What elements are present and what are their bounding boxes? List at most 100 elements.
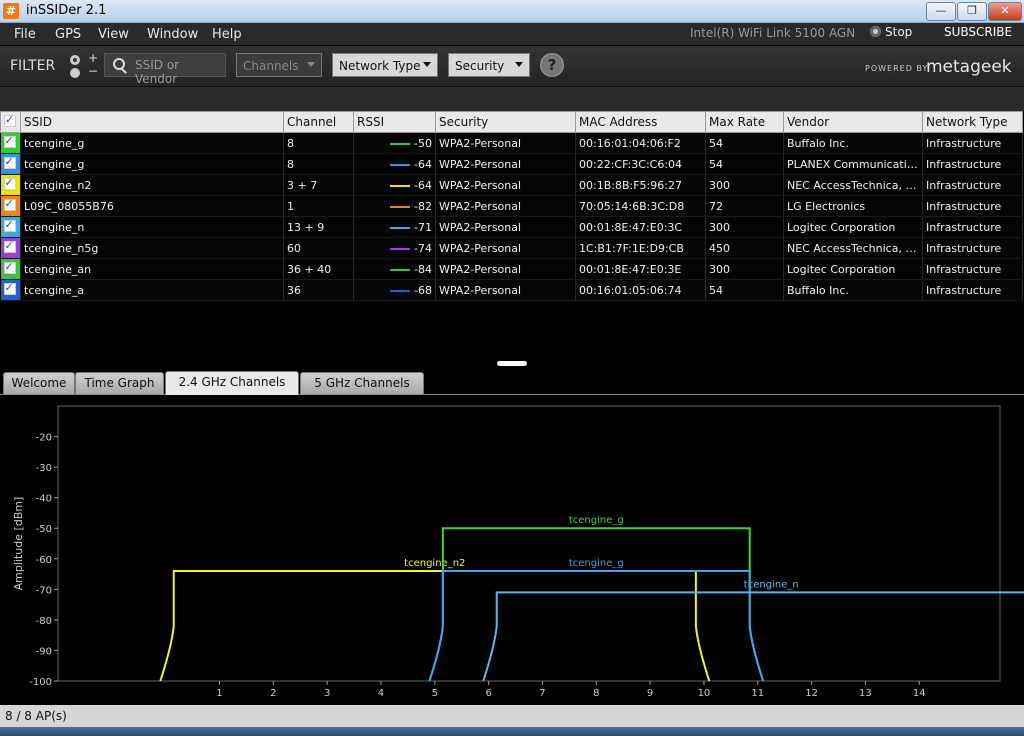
rssi-value: -64 bbox=[414, 157, 432, 171]
x-tick-label: 8 bbox=[593, 688, 599, 699]
plus-sign: + bbox=[88, 51, 99, 65]
close-button[interactable]: ✕ bbox=[988, 2, 1022, 21]
cell-rssi: -64 bbox=[353, 153, 436, 175]
help-icon[interactable]: ? bbox=[540, 53, 564, 77]
network-type-label: Network Type bbox=[339, 59, 421, 73]
channel-chart: -20-30-40-50-60-70-80-90-1001 2 3 4 5 6 7 8 9 10 1… bbox=[12, 405, 1024, 699]
status-bar: 8 / 8 AP(s) bbox=[0, 705, 1024, 727]
app-icon: # bbox=[3, 3, 19, 19]
y-tick-label: -40 bbox=[36, 494, 52, 505]
select-all-checkbox[interactable] bbox=[0, 111, 21, 133]
cell-vendor: NEC AccessTechnica, Lt... bbox=[783, 174, 923, 196]
cell-security: WPA2-Personal bbox=[435, 216, 576, 238]
y-tick-label: -100 bbox=[29, 677, 52, 688]
cell-rssi: -71 bbox=[353, 216, 436, 238]
row-checkbox[interactable] bbox=[0, 132, 21, 154]
row-checkbox[interactable] bbox=[0, 153, 21, 175]
curve-label: tcengine_g bbox=[569, 515, 624, 526]
filter-include-radio[interactable] bbox=[70, 55, 80, 65]
rssi-sparkline bbox=[390, 289, 411, 292]
tab-5ghz-channels[interactable]: 5 GHz Channels bbox=[300, 372, 424, 394]
row-checkbox[interactable] bbox=[0, 279, 21, 301]
row-checkbox[interactable] bbox=[0, 174, 21, 196]
cell-channel: 8 bbox=[283, 153, 354, 175]
curve-label: tcengine_n2 bbox=[404, 558, 465, 569]
stop-label: Stop bbox=[885, 25, 913, 39]
table-row[interactable]: tcengine_g8 -50WPA2-Personal00:16:01:04:0… bbox=[0, 132, 1023, 154]
cell-rssi: -74 bbox=[353, 237, 436, 259]
rssi-value: -64 bbox=[414, 178, 432, 192]
cell-channel: 60 bbox=[283, 237, 354, 259]
cell-vendor: PLANEX Communication... bbox=[783, 153, 923, 175]
table-row[interactable]: tcengine_n23 + 7 -64WPA2-Personal00:1B:8B… bbox=[0, 174, 1023, 196]
cell-ssid: tcengine_n bbox=[20, 216, 284, 238]
cell-security: WPA2-Personal bbox=[435, 195, 576, 217]
rssi-value: -68 bbox=[414, 283, 432, 297]
row-checkbox[interactable] bbox=[0, 258, 21, 280]
column-network-type[interactable]: Network Type bbox=[922, 111, 1023, 133]
x-tick-label: 4 bbox=[378, 688, 384, 699]
column-mac[interactable]: MAC Address bbox=[575, 111, 706, 133]
network-type-dropdown[interactable]: Network Type bbox=[332, 53, 438, 77]
tab-2-4ghz-channels[interactable]: 2.4 GHz Channels bbox=[165, 371, 299, 395]
search-icon bbox=[113, 58, 125, 70]
minimize-button[interactable]: — bbox=[926, 2, 956, 21]
cell-security: WPA2-Personal bbox=[435, 258, 576, 280]
filter-label: FILTER bbox=[10, 58, 56, 74]
security-dropdown[interactable]: Security bbox=[448, 53, 530, 77]
table-row[interactable]: L09C_08055B761 -82WPA2-Personal70:05:14:6… bbox=[0, 195, 1023, 217]
plot-frame bbox=[57, 405, 1001, 682]
search-input[interactable]: SSID or Vendor bbox=[104, 53, 226, 86]
column-vendor[interactable]: Vendor bbox=[783, 111, 923, 133]
cell-mac: 1C:B1:7F:1E:D9:CB bbox=[575, 237, 706, 259]
cell-max-rate: 54 bbox=[705, 153, 784, 175]
rssi-value: -82 bbox=[414, 199, 432, 213]
cell-rssi: -50 bbox=[353, 132, 436, 154]
menu-help[interactable]: Help bbox=[212, 27, 242, 42]
menu-view[interactable]: View bbox=[98, 27, 129, 42]
table-row[interactable]: tcengine_n5g60 -74WPA2-Personal1C:B1:7F:1… bbox=[0, 237, 1023, 259]
rssi-value: -84 bbox=[414, 262, 432, 276]
column-channel[interactable]: Channel bbox=[283, 111, 354, 133]
chevron-down-icon bbox=[515, 62, 523, 67]
maximize-button[interactable]: ❐ bbox=[957, 2, 987, 21]
cell-ssid: tcengine_g bbox=[20, 153, 284, 175]
subscribe-button[interactable]: SUBSCRIBE bbox=[944, 25, 1012, 39]
table-row[interactable]: tcengine_n13 + 9 -71WPA2-Personal00:01:8E… bbox=[0, 216, 1023, 238]
x-tick-label: 5 bbox=[432, 688, 438, 699]
cell-channel: 13 + 9 bbox=[283, 216, 354, 238]
table-row[interactable]: tcengine_an36 + 40 -84WPA2-Personal00:01:… bbox=[0, 258, 1023, 280]
column-ssid[interactable]: SSID bbox=[20, 111, 284, 133]
cell-network-type: Infrastructure bbox=[922, 174, 1023, 196]
cell-channel: 1 bbox=[283, 195, 354, 217]
column-max-rate[interactable]: Max Rate bbox=[705, 111, 784, 133]
cell-security: WPA2-Personal bbox=[435, 132, 576, 154]
menu-file[interactable]: File bbox=[14, 27, 36, 42]
tab-time-graph[interactable]: Time Graph bbox=[75, 372, 164, 394]
table-row[interactable]: tcengine_a36 -68WPA2-Personal00:16:01:05:… bbox=[0, 279, 1023, 301]
row-checkbox[interactable] bbox=[0, 237, 21, 259]
table-row[interactable]: tcengine_g8 -64WPA2-Personal00:22:CF:3C:C… bbox=[0, 153, 1023, 175]
filter-exclude-radio[interactable] bbox=[70, 68, 80, 78]
row-checkbox[interactable] bbox=[0, 195, 21, 217]
splitter-handle[interactable] bbox=[497, 361, 527, 366]
filter-bar: FILTER + − SSID or Vendor Channels Netwo… bbox=[0, 46, 1024, 87]
cell-ssid: tcengine_n2 bbox=[20, 174, 284, 196]
channels-dropdown[interactable]: Channels bbox=[236, 53, 322, 77]
cell-channel: 36 + 40 bbox=[283, 258, 354, 280]
row-checkbox[interactable] bbox=[0, 216, 21, 238]
tab-welcome[interactable]: Welcome bbox=[3, 372, 75, 394]
menu-gps[interactable]: GPS bbox=[55, 27, 81, 42]
x-tick-label: 2 bbox=[270, 688, 276, 699]
column-rssi[interactable]: RSSI bbox=[353, 111, 436, 133]
x-tick-label: 12 bbox=[805, 688, 818, 699]
cell-mac: 00:22:CF:3C:C6:04 bbox=[575, 153, 706, 175]
cell-mac: 00:01:8E:47:E0:3C bbox=[575, 216, 706, 238]
security-label: Security bbox=[455, 59, 505, 73]
menu-window[interactable]: Window bbox=[147, 27, 198, 42]
stop-button[interactable]: Stop bbox=[870, 25, 912, 39]
taskbar bbox=[0, 727, 1024, 736]
column-security[interactable]: Security bbox=[435, 111, 576, 133]
cell-mac: 70:05:14:6B:3C:D8 bbox=[575, 195, 706, 217]
title-bar: # inSSIDer 2.1 — ❐ ✕ bbox=[0, 0, 1024, 23]
